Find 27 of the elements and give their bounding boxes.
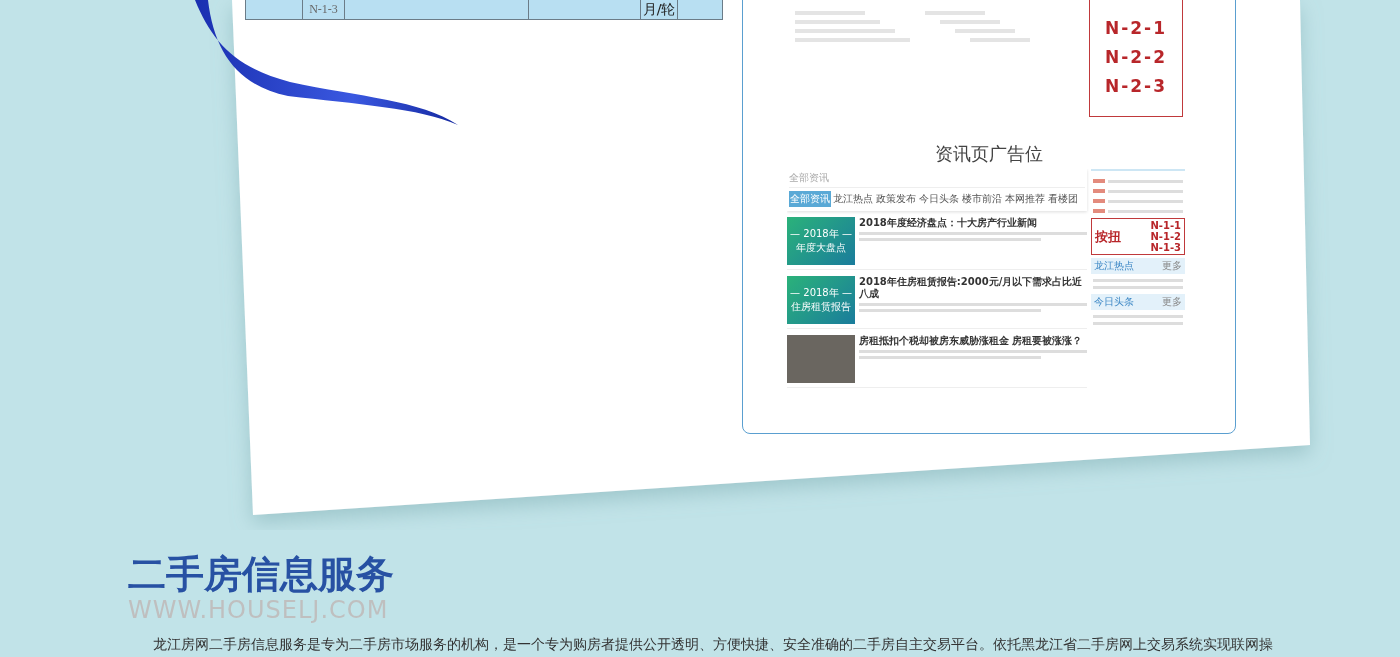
ad-slot-code: N-1-1 bbox=[1150, 220, 1181, 231]
category-tab[interactable]: 看楼团 bbox=[1047, 191, 1079, 207]
table-cell: N-1-3 bbox=[303, 0, 345, 19]
section-heading: 二手房信息服务 bbox=[128, 552, 395, 596]
category-tab[interactable]: 政策发布 bbox=[875, 191, 917, 207]
table-cell: 月/轮 bbox=[641, 0, 678, 19]
photo-placeholder bbox=[787, 335, 855, 383]
section-heading: 全部资讯 bbox=[789, 171, 1085, 188]
category-tab[interactable]: 龙江热点 bbox=[832, 191, 874, 207]
news-banner: — 2018年 — 年度大盘点 bbox=[787, 217, 855, 265]
category-tab[interactable]: 今日头条 bbox=[918, 191, 960, 207]
ad-slot-code: N-2-1 bbox=[1105, 18, 1167, 38]
news-banner: — 2018年 — 住房租赁报告 bbox=[787, 276, 855, 324]
news-title[interactable]: 2018年度经济盘点：十大房产行业新闻 bbox=[859, 217, 1087, 229]
description-text: 龙江房网二手房信息服务是专为二手房市场服务的机构，是一个专为购房者提供公开透明、方便快捷、安全准确的二手房自主交易平台。依托黑龙江省二手房网上交易系统实现联网操 bbox=[153, 636, 1274, 654]
news-title[interactable]: 2018年住房租赁报告:2000元/月以下需求占比近八成 bbox=[859, 276, 1087, 300]
category-tab[interactable]: 本网推荐 bbox=[1004, 191, 1046, 207]
ad-slot-code: N-2-2 bbox=[1105, 47, 1167, 67]
section-title: 资讯页广告位 bbox=[934, 142, 1044, 166]
ad-slot-label: 按扭 bbox=[1095, 227, 1121, 246]
ad-slot-code: N-2-3 bbox=[1105, 76, 1167, 96]
category-tab[interactable]: 楼市前沿 bbox=[961, 191, 1003, 207]
news-title[interactable]: 房租抵扣个税却被房东威胁涨租金 房租要被涨涨？ bbox=[859, 335, 1087, 347]
sidebar-title: 今日头条 bbox=[1094, 295, 1134, 309]
ad-slot-code: N-1-2 bbox=[1150, 231, 1181, 242]
ad-slot-code: N-1-3 bbox=[1150, 242, 1181, 253]
sidebar-title: 龙江热点 bbox=[1094, 259, 1134, 273]
